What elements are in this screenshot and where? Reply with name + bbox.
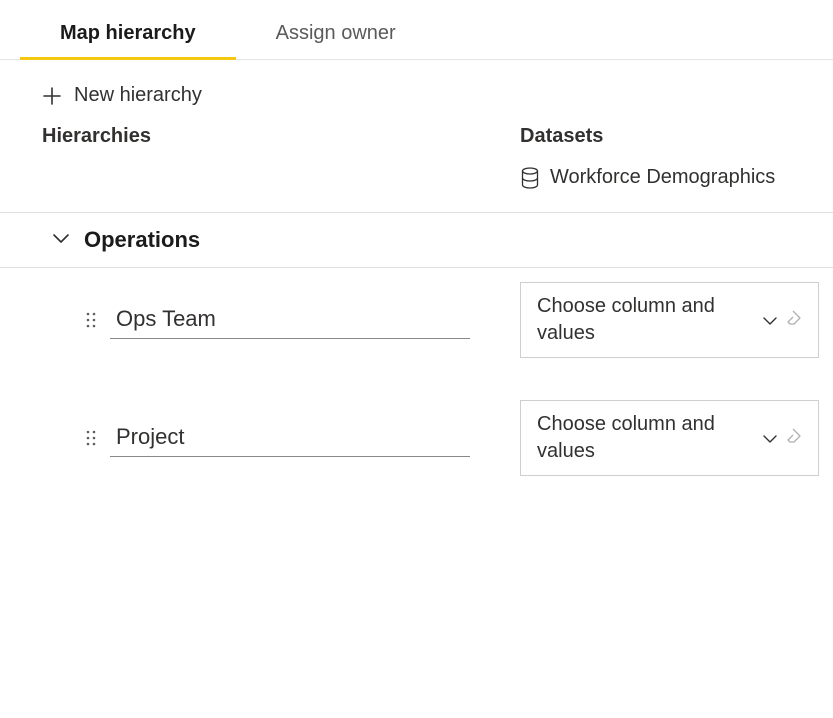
- dropdown-placeholder: Choose column and values: [537, 411, 762, 465]
- hierarchy-item-row: Choose column and values: [0, 268, 833, 372]
- column-headers: Hierarchies Datasets Workforce Demograph…: [0, 125, 833, 213]
- column-values-dropdown[interactable]: Choose column and values: [520, 282, 819, 358]
- hierarchy-item-row: Choose column and values: [0, 386, 833, 490]
- new-hierarchy-label: New hierarchy: [74, 84, 202, 107]
- chevron-down-icon: [762, 427, 778, 450]
- tab-map-hierarchy[interactable]: Map hierarchy: [20, 8, 236, 59]
- hierarchies-column-header: Hierarchies: [42, 125, 516, 148]
- datasets-column-header: Datasets: [520, 125, 833, 148]
- dropdown-placeholder: Choose column and values: [537, 293, 762, 347]
- erase-icon[interactable]: [786, 426, 804, 450]
- hierarchy-group-name: Operations: [84, 227, 200, 253]
- dataset-item[interactable]: Workforce Demographics: [520, 148, 833, 201]
- tab-assign-owner[interactable]: Assign owner: [236, 8, 436, 59]
- drag-handle-icon[interactable]: [84, 311, 98, 329]
- erase-icon[interactable]: [786, 308, 804, 332]
- chevron-down-icon: [52, 231, 70, 249]
- database-icon: [520, 167, 540, 189]
- drag-handle-icon[interactable]: [84, 429, 98, 447]
- chevron-down-icon: [762, 309, 778, 332]
- dataset-name: Workforce Demographics: [550, 166, 775, 189]
- tab-bar: Map hierarchy Assign owner: [0, 8, 833, 60]
- plus-icon: [42, 86, 62, 106]
- hierarchy-group-header[interactable]: Operations: [0, 213, 833, 268]
- column-values-dropdown[interactable]: Choose column and values: [520, 400, 819, 476]
- new-hierarchy-button[interactable]: New hierarchy: [0, 60, 202, 125]
- hierarchy-level-name-input[interactable]: [110, 420, 470, 457]
- hierarchy-level-name-input[interactable]: [110, 302, 470, 339]
